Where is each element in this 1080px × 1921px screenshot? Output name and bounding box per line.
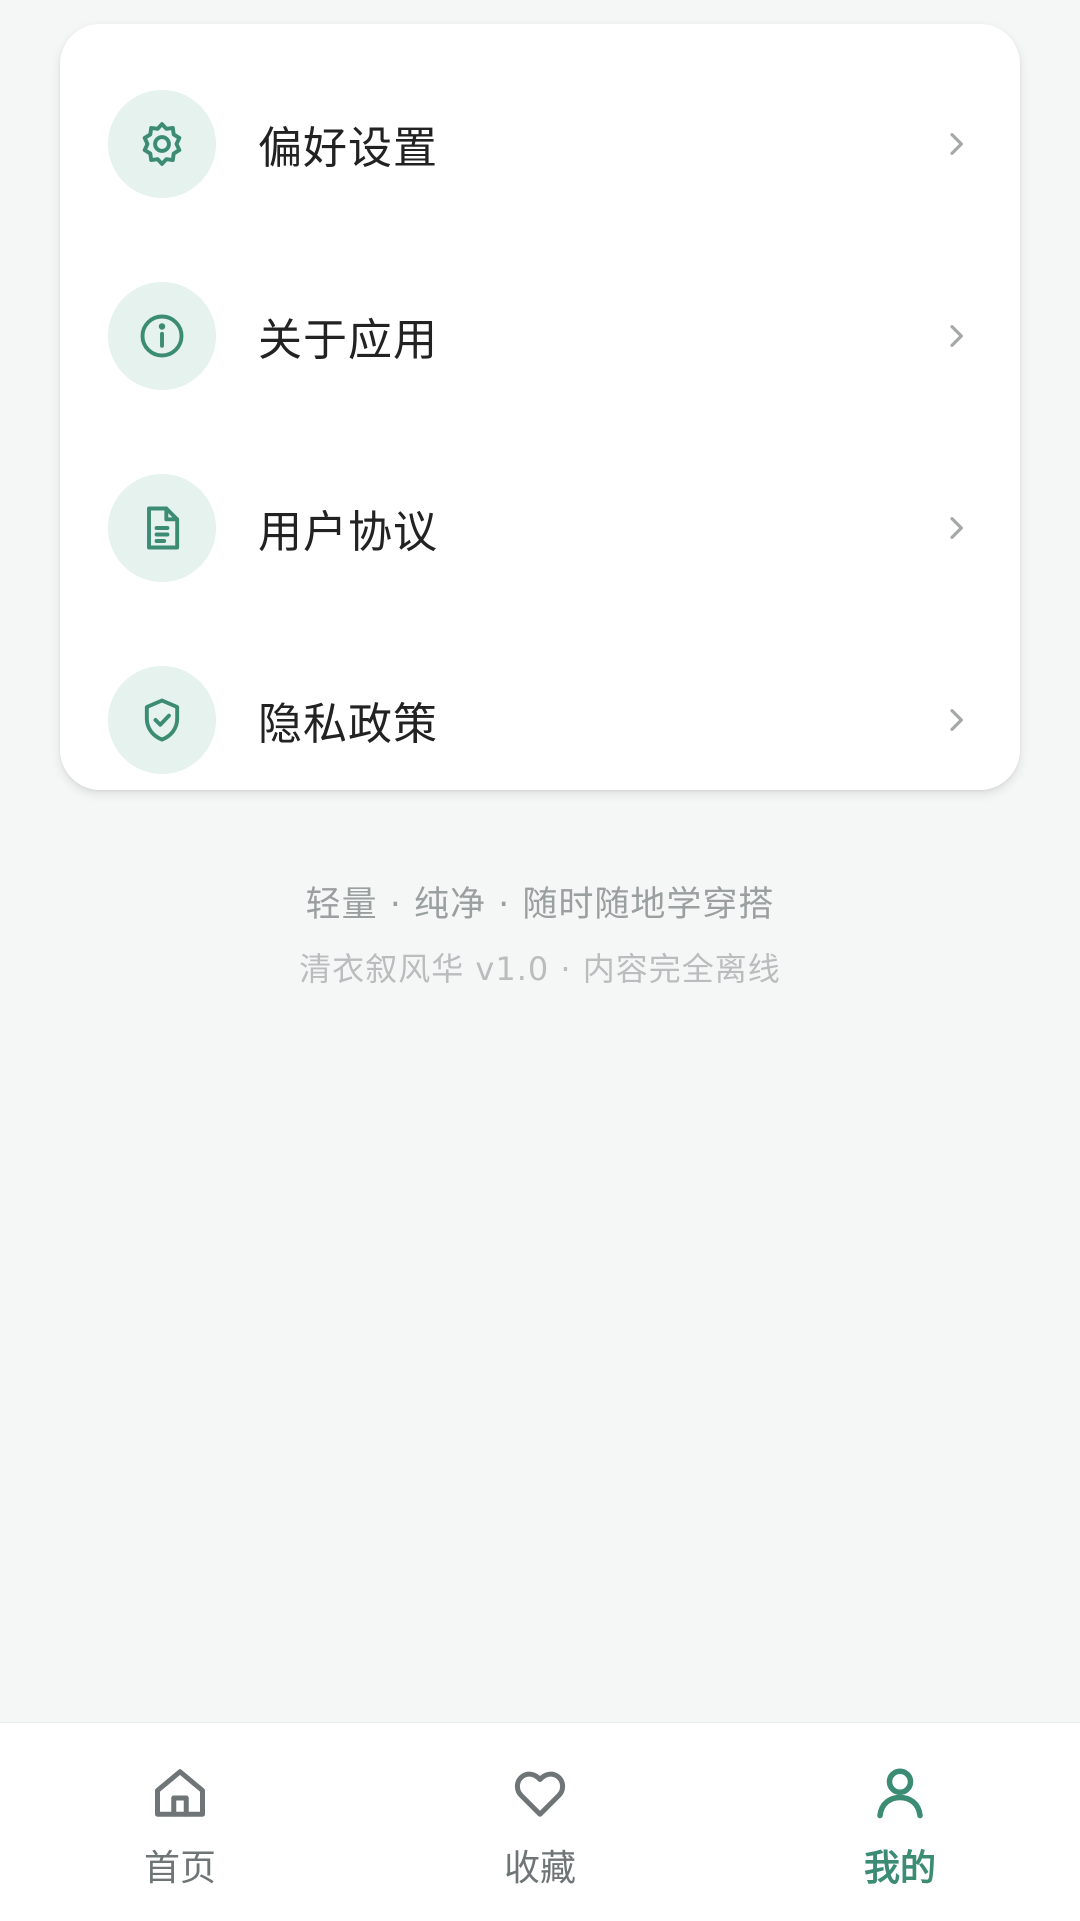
app-slogan: 轻量 · 纯净 · 随时随地学穿搭 <box>305 885 775 925</box>
chevron-right-icon <box>950 133 963 155</box>
tab-mine-label: 我的 <box>863 1848 936 1889</box>
menu-item-label: 关于应用 <box>258 315 438 366</box>
tab-home[interactable]: 首页 <box>0 1723 360 1921</box>
tab-mine[interactable]: 我的 <box>720 1723 1080 1921</box>
tab-favorites-label: 收藏 <box>503 1848 576 1889</box>
gear-icon <box>142 122 182 166</box>
info-icon-badge <box>108 282 216 390</box>
menu-item-privacy-policy[interactable]: 隐私政策 <box>60 624 1020 816</box>
tab-favorites[interactable]: 收藏 <box>360 1723 720 1921</box>
tab-home-label: 首页 <box>143 1848 216 1889</box>
info-icon <box>140 314 184 358</box>
chevron-right-icon <box>950 325 963 347</box>
home-icon <box>155 1769 205 1817</box>
document-icon <box>147 506 180 550</box>
menu-item-label: 偏好设置 <box>258 123 438 174</box>
menu-item-label: 隐私政策 <box>258 699 438 750</box>
shield-check-icon <box>144 698 180 742</box>
shield-icon-badge <box>108 666 216 774</box>
menu-item-user-agreement[interactable]: 用户协议 <box>60 432 1020 624</box>
bottom-navigation-bar: 首页 收藏 我的 <box>0 1722 1080 1921</box>
app-version-info: 清衣叙风华 v1.0 · 内容完全离线 <box>299 950 781 988</box>
menu-item-label: 用户协议 <box>258 507 438 558</box>
chevron-right-icon <box>950 517 963 539</box>
heart-icon <box>514 1771 566 1817</box>
menu-item-about[interactable]: 关于应用 <box>60 240 1020 432</box>
gear-icon-badge <box>108 90 216 198</box>
chevron-right-icon <box>950 709 963 731</box>
settings-menu-card: 偏好设置 关于应用 用户协议 隐私政策 <box>60 24 1020 790</box>
menu-item-preferences[interactable]: 偏好设置 <box>60 48 1020 240</box>
document-icon-badge <box>108 474 216 582</box>
user-icon <box>877 1768 923 1819</box>
